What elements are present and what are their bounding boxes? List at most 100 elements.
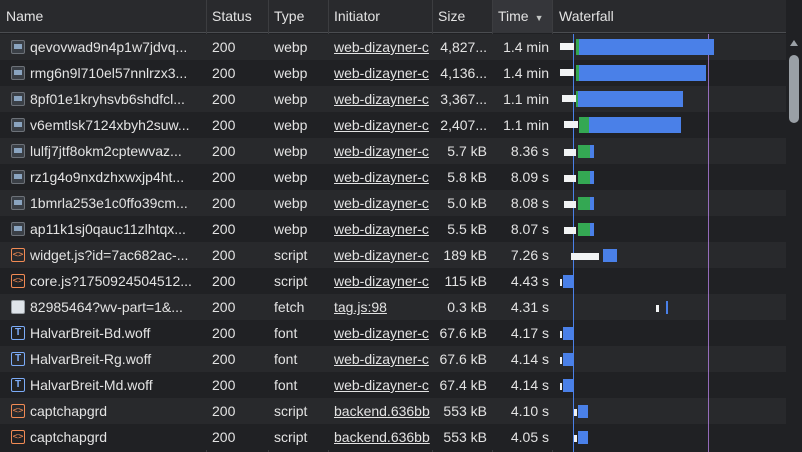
request-type: webp bbox=[274, 39, 308, 55]
column-header-size[interactable]: Size bbox=[432, 0, 492, 33]
waterfall-waiting-segment[interactable] bbox=[574, 408, 577, 416]
waterfall-waiting-segment[interactable] bbox=[564, 148, 576, 156]
waterfall-download-segment[interactable] bbox=[579, 65, 706, 81]
request-initiator-link[interactable]: backend.636bb bbox=[334, 398, 432, 424]
table-header: Name Status Type Initiator Size Time ▼ Wa… bbox=[0, 0, 786, 33]
request-status: 200 bbox=[212, 325, 236, 341]
request-initiator-link[interactable]: web-dizayner-c bbox=[334, 138, 432, 164]
request-type: webp bbox=[274, 91, 308, 107]
waterfall-download-segment[interactable] bbox=[563, 378, 573, 392]
request-size: 2,407... bbox=[440, 117, 487, 133]
request-status: 200 bbox=[212, 429, 236, 445]
scroll-up-arrow-icon[interactable] bbox=[790, 40, 798, 46]
request-initiator-link[interactable]: web-dizayner-c bbox=[334, 164, 432, 190]
waterfall-download-segment[interactable] bbox=[578, 91, 683, 107]
column-header-name[interactable]: Name bbox=[0, 0, 206, 33]
waterfall-waiting-segment[interactable] bbox=[560, 382, 562, 390]
column-header-status[interactable]: Status bbox=[206, 0, 268, 33]
request-name: qevovwad9n4p1w7jdvq... bbox=[30, 39, 188, 55]
request-time: 4.10 s bbox=[510, 403, 549, 419]
waterfall-waiting-segment[interactable] bbox=[560, 330, 562, 338]
image-file-icon bbox=[11, 92, 25, 106]
request-type: script bbox=[274, 429, 308, 445]
waterfall-waiting-segment[interactable] bbox=[564, 226, 576, 234]
waterfall-waiting-segment[interactable] bbox=[562, 95, 576, 102]
waterfall-waiting-segment[interactable] bbox=[560, 356, 562, 364]
request-size: 3,367... bbox=[440, 91, 487, 107]
request-name: HalvarBreit-Md.woff bbox=[30, 377, 153, 393]
request-name: HalvarBreit-Rg.woff bbox=[30, 351, 152, 367]
request-name: 1bmrla253e1c0ffo39cm... bbox=[30, 195, 188, 211]
request-initiator-link[interactable]: web-dizayner-c bbox=[334, 190, 432, 216]
waterfall-ttfb-segment[interactable] bbox=[578, 144, 590, 158]
request-status: 200 bbox=[212, 65, 236, 81]
scrollbar-thumb[interactable] bbox=[789, 55, 799, 123]
font-file-icon: T bbox=[11, 352, 25, 366]
request-status: 200 bbox=[212, 143, 236, 159]
request-initiator-link[interactable]: web-dizayner-c bbox=[334, 372, 432, 398]
waterfall-waiting-segment[interactable] bbox=[574, 434, 577, 442]
waterfall-ttfb-segment[interactable] bbox=[579, 117, 589, 133]
column-header-time[interactable]: Time ▼ bbox=[492, 0, 552, 33]
waterfall-download-segment[interactable] bbox=[579, 39, 714, 55]
waterfall-download-segment[interactable] bbox=[590, 144, 594, 158]
waterfall-download-segment[interactable] bbox=[578, 430, 588, 444]
request-name: widget.js?id=7ac682ac-... bbox=[30, 247, 189, 263]
request-initiator-link[interactable]: web-dizayner-c bbox=[334, 346, 432, 372]
waterfall-ttfb-segment[interactable] bbox=[578, 170, 590, 184]
image-file-icon bbox=[11, 144, 25, 158]
waterfall-download-segment[interactable] bbox=[590, 196, 594, 210]
waterfall-waiting-segment[interactable] bbox=[564, 200, 576, 208]
waterfall-ttfb-segment[interactable] bbox=[578, 222, 590, 236]
request-status: 200 bbox=[212, 195, 236, 211]
request-name: rz1g4o9nxdzhxwxjp4ht... bbox=[30, 169, 185, 185]
sort-descending-icon: ▼ bbox=[534, 13, 544, 23]
request-status: 200 bbox=[212, 273, 236, 289]
request-name: ap11k1sj0qauc11zlhtqx... bbox=[30, 221, 186, 237]
request-type: webp bbox=[274, 221, 308, 237]
column-header-type[interactable]: Type bbox=[268, 0, 328, 33]
request-initiator-link[interactable]: web-dizayner-c bbox=[334, 268, 432, 294]
waterfall-download-segment[interactable] bbox=[666, 300, 668, 314]
waterfall-download-segment[interactable] bbox=[590, 222, 594, 236]
waterfall-download-segment[interactable] bbox=[589, 117, 681, 133]
request-initiator-link[interactable]: web-dizayner-c bbox=[334, 320, 432, 346]
request-initiator-link[interactable]: web-dizayner-c bbox=[334, 112, 432, 138]
waterfall-download-segment[interactable] bbox=[590, 170, 594, 184]
waterfall-timeline bbox=[556, 34, 786, 452]
waterfall-download-segment[interactable] bbox=[578, 404, 588, 418]
request-time: 4.43 s bbox=[510, 273, 549, 289]
column-header-waterfall[interactable]: Waterfall bbox=[553, 0, 786, 33]
request-time: 8.36 s bbox=[510, 143, 549, 159]
waterfall-ttfb-segment[interactable] bbox=[578, 196, 590, 210]
request-size: 0.3 kB bbox=[447, 299, 487, 315]
request-initiator-link[interactable]: tag.js:98 bbox=[334, 294, 432, 320]
waterfall-waiting-segment[interactable] bbox=[560, 69, 574, 76]
vertical-scrollbar[interactable] bbox=[786, 0, 802, 452]
waterfall-download-segment[interactable] bbox=[563, 352, 573, 366]
waterfall-waiting-segment[interactable] bbox=[560, 278, 562, 286]
waterfall-download-segment[interactable] bbox=[563, 274, 573, 288]
request-initiator-link[interactable]: web-dizayner-c bbox=[334, 242, 432, 268]
waterfall-waiting-segment[interactable] bbox=[564, 174, 576, 182]
request-status: 200 bbox=[212, 221, 236, 237]
request-type: font bbox=[274, 377, 298, 393]
waterfall-waiting-segment[interactable] bbox=[656, 304, 659, 312]
request-initiator-link[interactable]: web-dizayner-c bbox=[334, 34, 432, 60]
request-name: rmg6n9l710el57nnlrzx3... bbox=[30, 65, 188, 81]
request-size: 5.7 kB bbox=[447, 143, 487, 159]
request-initiator-link[interactable]: web-dizayner-c bbox=[334, 216, 432, 242]
column-header-initiator[interactable]: Initiator bbox=[328, 0, 432, 33]
request-size: 67.4 kB bbox=[439, 377, 487, 393]
image-file-icon bbox=[11, 66, 25, 80]
waterfall-waiting-segment[interactable] bbox=[560, 43, 574, 50]
waterfall-download-segment[interactable] bbox=[563, 326, 573, 340]
request-initiator-link[interactable]: web-dizayner-c bbox=[334, 60, 432, 86]
waterfall-waiting-segment[interactable] bbox=[564, 121, 578, 128]
request-time: 8.09 s bbox=[510, 169, 549, 185]
waterfall-waiting-segment[interactable] bbox=[571, 252, 599, 260]
request-size: 5.0 kB bbox=[447, 195, 487, 211]
request-initiator-link[interactable]: backend.636bb bbox=[334, 424, 432, 450]
waterfall-download-segment[interactable] bbox=[603, 248, 617, 262]
request-initiator-link[interactable]: web-dizayner-c bbox=[334, 86, 432, 112]
